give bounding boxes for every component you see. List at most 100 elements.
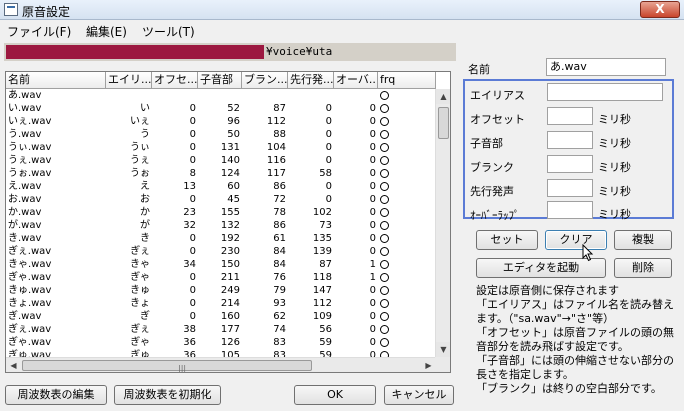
cell-overlap: 0 <box>369 103 376 114</box>
table-row[interactable]: が.wav が 32 132 86 73 0 <box>6 219 436 232</box>
cell-offset: 0 <box>189 272 196 283</box>
cell-frq <box>378 349 436 357</box>
cell-preutterance: 56 <box>319 324 332 335</box>
cell-blank: 76 <box>273 272 286 283</box>
cancel-button[interactable]: キャンセル <box>384 385 454 405</box>
table-row[interactable]: いぇ.wav いぇ 0 96 112 0 0 <box>6 115 436 128</box>
consonant-input[interactable] <box>547 131 593 149</box>
table-row[interactable]: きゅ.wav きゅ 0 249 79 147 0 <box>6 284 436 297</box>
table-row[interactable]: きょ.wav きょ 0 214 93 112 0 <box>6 297 436 310</box>
table-row[interactable]: ぎゃ.wav ぎゃ 0 211 76 118 1 <box>6 271 436 284</box>
cell-alias: ぎゃ <box>130 272 150 283</box>
col-header-offset[interactable]: オフセ... <box>152 72 198 89</box>
cell-name: お.wav <box>8 194 42 205</box>
menu-file[interactable]: ファイル(F) <box>7 23 71 40</box>
frq-status-icon <box>380 182 389 191</box>
scroll-right-icon[interactable]: ▶ <box>421 358 436 372</box>
table-row[interactable]: うぉ.wav うぉ 8 124 117 58 0 <box>6 167 436 180</box>
scroll-left-icon[interactable]: ◀ <box>6 358 21 372</box>
cell-alias: うぇ <box>130 155 150 166</box>
cell-name: う.wav <box>8 129 42 140</box>
col-header-name[interactable]: 名前 <box>6 72 106 89</box>
edit-freq-table-button[interactable]: 周波数表の編集 <box>5 385 107 405</box>
frq-status-icon <box>380 195 389 204</box>
cell-consonant: 52 <box>227 103 240 114</box>
cell-alias: ぎぇ <box>130 324 150 335</box>
blank-input[interactable] <box>547 155 593 173</box>
table-header: 名前 エイリ... オフセ... 子音部 ブラン... 先行発... オーバ..… <box>6 72 436 89</box>
set-button[interactable]: セット <box>476 230 538 250</box>
table-row[interactable]: うぇ.wav うぇ 0 140 116 0 0 <box>6 154 436 167</box>
col-header-alias[interactable]: エイリ... <box>106 72 152 89</box>
col-header-consonant[interactable]: 子音部 <box>198 72 242 89</box>
table-row[interactable]: ぎゃ.wav ぎゃ 36 126 83 59 0 <box>6 336 436 349</box>
menu-tools[interactable]: ツール(T) <box>142 23 195 40</box>
table-row[interactable]: ぎゅ.wav ぎゅ 36 105 83 59 0 <box>6 349 436 357</box>
cell-preutterance: 59 <box>319 337 332 348</box>
cell-alias: ぎ <box>140 311 150 322</box>
vertical-scrollbar[interactable]: ▲ ▼ <box>435 89 450 357</box>
horizontal-scrollbar[interactable]: ◀ ||| ▶ <box>6 357 436 372</box>
frq-status-icon <box>380 299 389 308</box>
table-row[interactable]: お.wav お 0 45 72 0 0 <box>6 193 436 206</box>
cell-offset: 36 <box>183 350 196 357</box>
hscroll-thumb[interactable]: ||| <box>22 360 312 372</box>
cell-offset: 8 <box>189 168 196 179</box>
cell-preutterance: 0 <box>325 155 332 166</box>
preutterance-unit: ミリ秒 <box>598 185 631 198</box>
help-line: 「ブランク」は終りの空白部分です。 <box>476 382 662 395</box>
table-row[interactable]: う.wav う 0 50 88 0 0 <box>6 128 436 141</box>
scroll-thumb[interactable] <box>438 107 449 139</box>
table-row[interactable]: え.wav え 13 60 86 0 0 <box>6 180 436 193</box>
reset-freq-table-button[interactable]: 周波数表を初期化 <box>114 385 221 405</box>
cell-alias: ぎゅ <box>130 350 150 357</box>
menu-edit[interactable]: 編集(E) <box>86 23 127 40</box>
cell-frq <box>378 180 436 193</box>
oto-table[interactable]: 名前 エイリ... オフセ... 子音部 ブラン... 先行発... オーバ..… <box>5 71 451 373</box>
cell-offset: 23 <box>183 207 196 218</box>
cell-name: ぎゃ.wav <box>8 337 52 348</box>
cell-alias: ぎゃ <box>130 337 150 348</box>
cell-preutterance: 0 <box>325 116 332 127</box>
close-button[interactable]: X <box>640 1 680 18</box>
cell-consonant: 155 <box>220 207 240 218</box>
col-header-preutterance[interactable]: 先行発... <box>288 72 334 89</box>
col-header-frq[interactable]: frq <box>378 72 436 89</box>
table-row[interactable]: うぃ.wav うぃ 0 131 104 0 0 <box>6 141 436 154</box>
table-row[interactable]: ぎ.wav ぎ 0 160 62 109 0 <box>6 310 436 323</box>
frq-status-icon <box>380 91 389 100</box>
table-body: あ.wav い.wav い 0 52 87 0 0 いぇ.wav いぇ 0 96 112 0 0 う.wav う… <box>6 89 436 357</box>
cell-consonant: 192 <box>220 233 240 244</box>
cell-blank: 84 <box>273 246 286 257</box>
table-row[interactable]: ぎぇ.wav ぎぇ 0 230 84 139 0 <box>6 245 436 258</box>
cell-preutterance: 139 <box>312 246 332 257</box>
preutterance-input[interactable] <box>547 179 593 197</box>
clear-button[interactable]: クリア <box>545 230 607 250</box>
cell-consonant: 60 <box>227 181 240 192</box>
table-row[interactable]: きゃ.wav きゃ 34 150 84 87 1 <box>6 258 436 271</box>
cell-preutterance: 0 <box>325 129 332 140</box>
table-row[interactable]: あ.wav <box>6 89 436 102</box>
duplicate-button[interactable]: 複製 <box>614 230 672 250</box>
cell-preutterance: 0 <box>325 194 332 205</box>
alias-input[interactable] <box>547 83 663 101</box>
col-header-overlap[interactable]: オーバ... <box>334 72 378 89</box>
table-row[interactable]: き.wav き 0 192 61 135 0 <box>6 232 436 245</box>
window-title: 原音設定 <box>22 5 71 19</box>
cell-alias <box>106 89 152 102</box>
scroll-up-icon[interactable]: ▲ <box>436 89 450 104</box>
offset-input[interactable] <box>547 107 593 125</box>
cell-preutterance: 147 <box>312 285 332 296</box>
scroll-down-icon[interactable]: ▼ <box>436 342 450 357</box>
overlap-input[interactable] <box>547 201 593 219</box>
col-header-blank[interactable]: ブラン... <box>242 72 288 89</box>
cell-overlap: 0 <box>369 207 376 218</box>
cell-overlap: 0 <box>369 324 376 335</box>
cell-consonant: 105 <box>220 350 240 357</box>
delete-button[interactable]: 削除 <box>614 258 672 278</box>
ok-button[interactable]: OK <box>294 385 376 405</box>
table-row[interactable]: い.wav い 0 52 87 0 0 <box>6 102 436 115</box>
frq-status-icon <box>380 273 389 282</box>
table-row[interactable]: ぎぇ.wav ぎぇ 38 177 74 56 0 <box>6 323 436 336</box>
table-row[interactable]: か.wav か 23 155 78 102 0 <box>6 206 436 219</box>
